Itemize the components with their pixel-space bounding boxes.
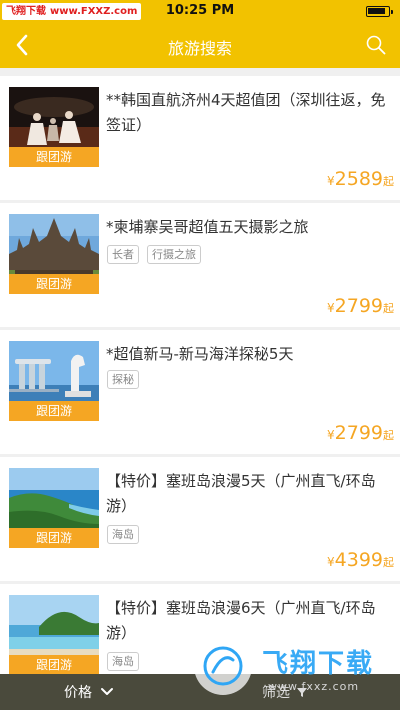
tour-type-tag: 跟团游 (9, 147, 99, 167)
tour-labels: 探秘 (107, 370, 139, 389)
tour-price: ¥2799起 (327, 295, 394, 317)
tour-thumbnail: 跟团游 (9, 87, 99, 167)
price-unit: 起 (383, 429, 394, 442)
tour-price: ¥2799起 (327, 422, 394, 444)
tour-type-tag: 跟团游 (9, 655, 99, 675)
price-value: 2799 (334, 422, 383, 444)
price-currency: ¥ (327, 555, 335, 569)
price-filter-label: 价格 (64, 685, 92, 701)
status-bar: 飞翔下载 www.FXXZ.com 10:25 PM (0, 0, 400, 22)
price-currency: ¥ (327, 428, 335, 442)
tour-title: 【特价】塞班岛浪漫5天（广州直飞/环岛游） (106, 472, 376, 515)
tour-type-tag: 跟团游 (9, 401, 99, 421)
watermark-brand: 飞翔下载 (262, 649, 375, 679)
tour-price: ¥2589起 (327, 168, 394, 190)
status-time: 10:25 PM (165, 3, 235, 18)
search-button[interactable] (362, 31, 390, 59)
price-value: 2589 (334, 168, 383, 190)
tour-thumbnail: 跟团游 (9, 468, 99, 548)
price-unit: 起 (383, 556, 394, 569)
tour-title: *柬埔寨吴哥超值五天摄影之旅 (106, 218, 309, 236)
nav-bar: 旅游搜索 (0, 22, 400, 68)
list-item[interactable]: 跟团游 *超值新马-新马海洋探秘5天 探秘 ¥2799起 (0, 330, 400, 454)
price-filter-button[interactable]: 价格 (64, 674, 114, 710)
tour-label: 探秘 (107, 370, 139, 389)
tour-thumbnail: 跟团游 (9, 595, 99, 675)
list-item[interactable]: 跟团游 *柬埔寨吴哥超值五天摄影之旅 长者 行摄之旅 ¥2799起 (0, 203, 400, 327)
watermark-logo (194, 637, 252, 695)
search-icon (366, 35, 386, 55)
tour-thumbnail: 跟团游 (9, 214, 99, 294)
price-currency: ¥ (327, 174, 335, 188)
price-unit: 起 (383, 175, 394, 188)
tour-labels: 海岛 (107, 525, 139, 544)
page-title: 旅游搜索 (167, 39, 232, 58)
battery-icon (366, 6, 393, 17)
chevron-down-icon (101, 688, 113, 695)
tour-label: 行摄之旅 (147, 245, 201, 264)
tour-label: 海岛 (107, 525, 139, 544)
list-item[interactable]: 跟团游 **韩国直航济州4天超值团（深圳往返，免签证） ¥2589起 (0, 76, 400, 200)
tour-title: **韩国直航济州4天超值团（深圳往返，免签证） (106, 91, 386, 134)
tour-label: 长者 (107, 245, 139, 264)
price-unit: 起 (383, 302, 394, 315)
list-item[interactable]: 跟团游 【特价】塞班岛浪漫5天（广州直飞/环岛游） 海岛 ¥4399起 (0, 457, 400, 581)
tour-title: 【特价】塞班岛浪漫6天（广州直飞/环岛游） (106, 599, 376, 642)
tour-title: *超值新马-新马海洋探秘5天 (106, 345, 294, 363)
tour-labels: 长者 行摄之旅 (107, 245, 201, 264)
tour-thumbnail: 跟团游 (9, 341, 99, 421)
tour-labels: 海岛 (107, 652, 139, 671)
tour-price: ¥4399起 (327, 549, 394, 571)
tour-type-tag: 跟团游 (9, 274, 99, 294)
tour-label: 海岛 (107, 652, 139, 671)
watermark-url: www.fxxz.com (268, 680, 360, 693)
price-value: 4399 (334, 549, 383, 571)
tour-type-tag: 跟团游 (9, 528, 99, 548)
price-currency: ¥ (327, 301, 335, 315)
price-value: 2799 (334, 295, 383, 317)
